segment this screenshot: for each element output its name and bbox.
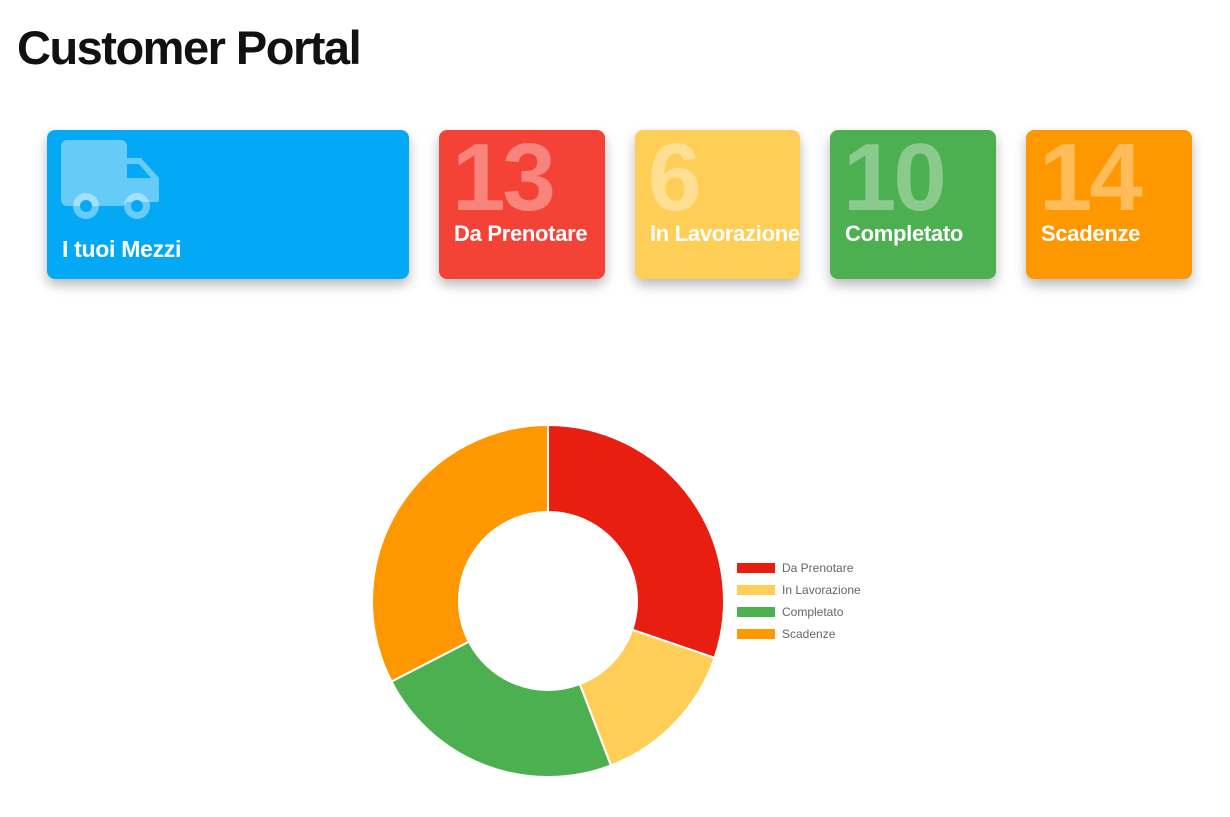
deadlines-label: Scadenze (1041, 221, 1141, 246)
legend-label[interactable]: In Lavorazione (782, 583, 861, 597)
to-book-label: Da Prenotare (454, 221, 588, 246)
legend-swatch[interactable] (737, 629, 775, 639)
in-progress-card[interactable]: 6 In Lavorazione (635, 130, 800, 279)
in-progress-count: 6 (648, 130, 701, 231)
donut-slice-da-prenotare[interactable] (547, 423, 725, 660)
to-book-count: 13 (452, 130, 556, 231)
page-title: Customer Portal (17, 21, 362, 74)
legend-swatch[interactable] (737, 585, 775, 595)
vehicles-card-label: I tuoi Mezzi (62, 236, 182, 262)
deadlines-card[interactable]: 14 Scadenze (1026, 130, 1192, 279)
to-book-card[interactable]: 13 Da Prenotare (439, 130, 605, 279)
legend-label[interactable]: Scadenze (782, 627, 836, 641)
donut-slice-scadenze[interactable] (371, 423, 549, 683)
in-progress-label: In Lavorazione (650, 221, 800, 246)
deadlines-count: 14 (1039, 130, 1143, 231)
truck-icon (61, 140, 159, 219)
legend-swatch[interactable] (737, 607, 775, 617)
vehicles-card[interactable]: I tuoi Mezzi (47, 130, 409, 279)
legend-swatch[interactable] (737, 563, 775, 573)
completed-count: 10 (843, 130, 947, 231)
legend-label[interactable]: Da Prenotare (782, 561, 854, 575)
status-donut-chart: Da Prenotare In Lavorazione Completato Scad… (371, 423, 861, 778)
customer-portal-page: Customer Portal I tuoi Mezzi 13 Da Preno… (0, 0, 1230, 817)
legend-label[interactable]: Completato (782, 605, 844, 619)
completed-label: Completato (845, 221, 964, 246)
completed-card[interactable]: 10 Completato (830, 130, 996, 279)
